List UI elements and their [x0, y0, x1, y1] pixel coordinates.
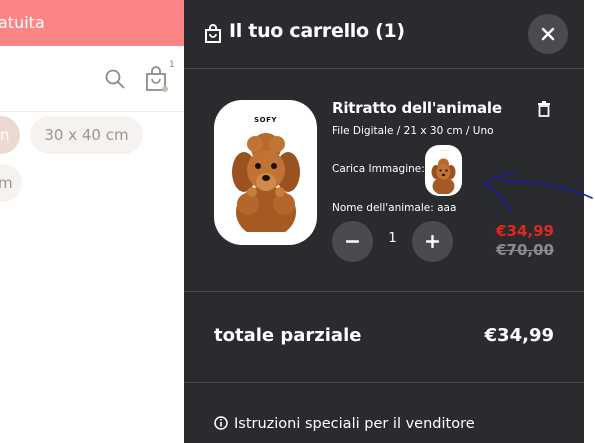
trash-icon[interactable] — [537, 101, 551, 117]
cart-title: Il tuo carrello (1) — [229, 20, 405, 42]
original-price: €70,00 — [496, 241, 554, 259]
poodle-portrait — [232, 133, 300, 232]
pet-name: Nome dell'animale: aaa — [332, 202, 457, 214]
close-button[interactable] — [528, 14, 568, 54]
size-chip[interactable]: 30 x 40 cm — [30, 116, 143, 154]
quantity-decrease-button[interactable] — [332, 221, 373, 262]
search-icon[interactable] — [104, 68, 126, 90]
uploaded-poodle-image — [431, 158, 456, 194]
upload-label: Carica Immagine: — [332, 163, 425, 175]
subtotal-label: totale parziale — [214, 325, 362, 346]
promo-text: atuita — [0, 13, 45, 32]
minus-icon — [346, 240, 359, 243]
seller-notes-label: Istruzioni speciali per il venditore — [234, 416, 475, 432]
sale-price: €34,99 — [496, 222, 554, 240]
quantity-value[interactable]: 1 — [373, 231, 412, 246]
size-chip[interactable]: m — [0, 164, 22, 202]
annotation-arrow — [484, 171, 593, 212]
subtotal-value: €34,99 — [484, 325, 554, 346]
item-title[interactable]: Ritratto dell'animale — [332, 99, 502, 117]
size-chip[interactable]: n — [0, 116, 20, 154]
item-variant: File Digitale / 21 x 30 cm / Uno — [332, 125, 494, 137]
shopping-bag-icon — [205, 24, 221, 43]
bag-dot — [162, 86, 168, 92]
close-icon — [541, 27, 555, 41]
product-image[interactable]: SOFY — [214, 100, 317, 245]
product-image-label: SOFY — [254, 116, 277, 124]
promo-bar: atuita — [0, 0, 184, 46]
info-icon — [214, 416, 228, 430]
page: atuita 1 n 30 x 40 cm m Il tuo carrello … — [0, 0, 595, 443]
seller-notes-toggle[interactable]: Istruzioni speciali per il venditore — [214, 416, 475, 432]
plus-icon — [426, 235, 439, 248]
cart-drawer: Il tuo carrello (1) SOFY Ritratto dell'a… — [184, 0, 584, 443]
cart-header: Il tuo carrello (1) — [184, 0, 584, 69]
quantity-increase-button[interactable] — [412, 221, 453, 262]
subtotal-row: totale parziale €34,99 — [184, 292, 584, 383]
uploaded-image-text: · · · · — [439, 149, 448, 153]
bag-count: 1 — [169, 60, 175, 70]
uploaded-image-thumbnail[interactable]: · · · · — [425, 145, 462, 196]
